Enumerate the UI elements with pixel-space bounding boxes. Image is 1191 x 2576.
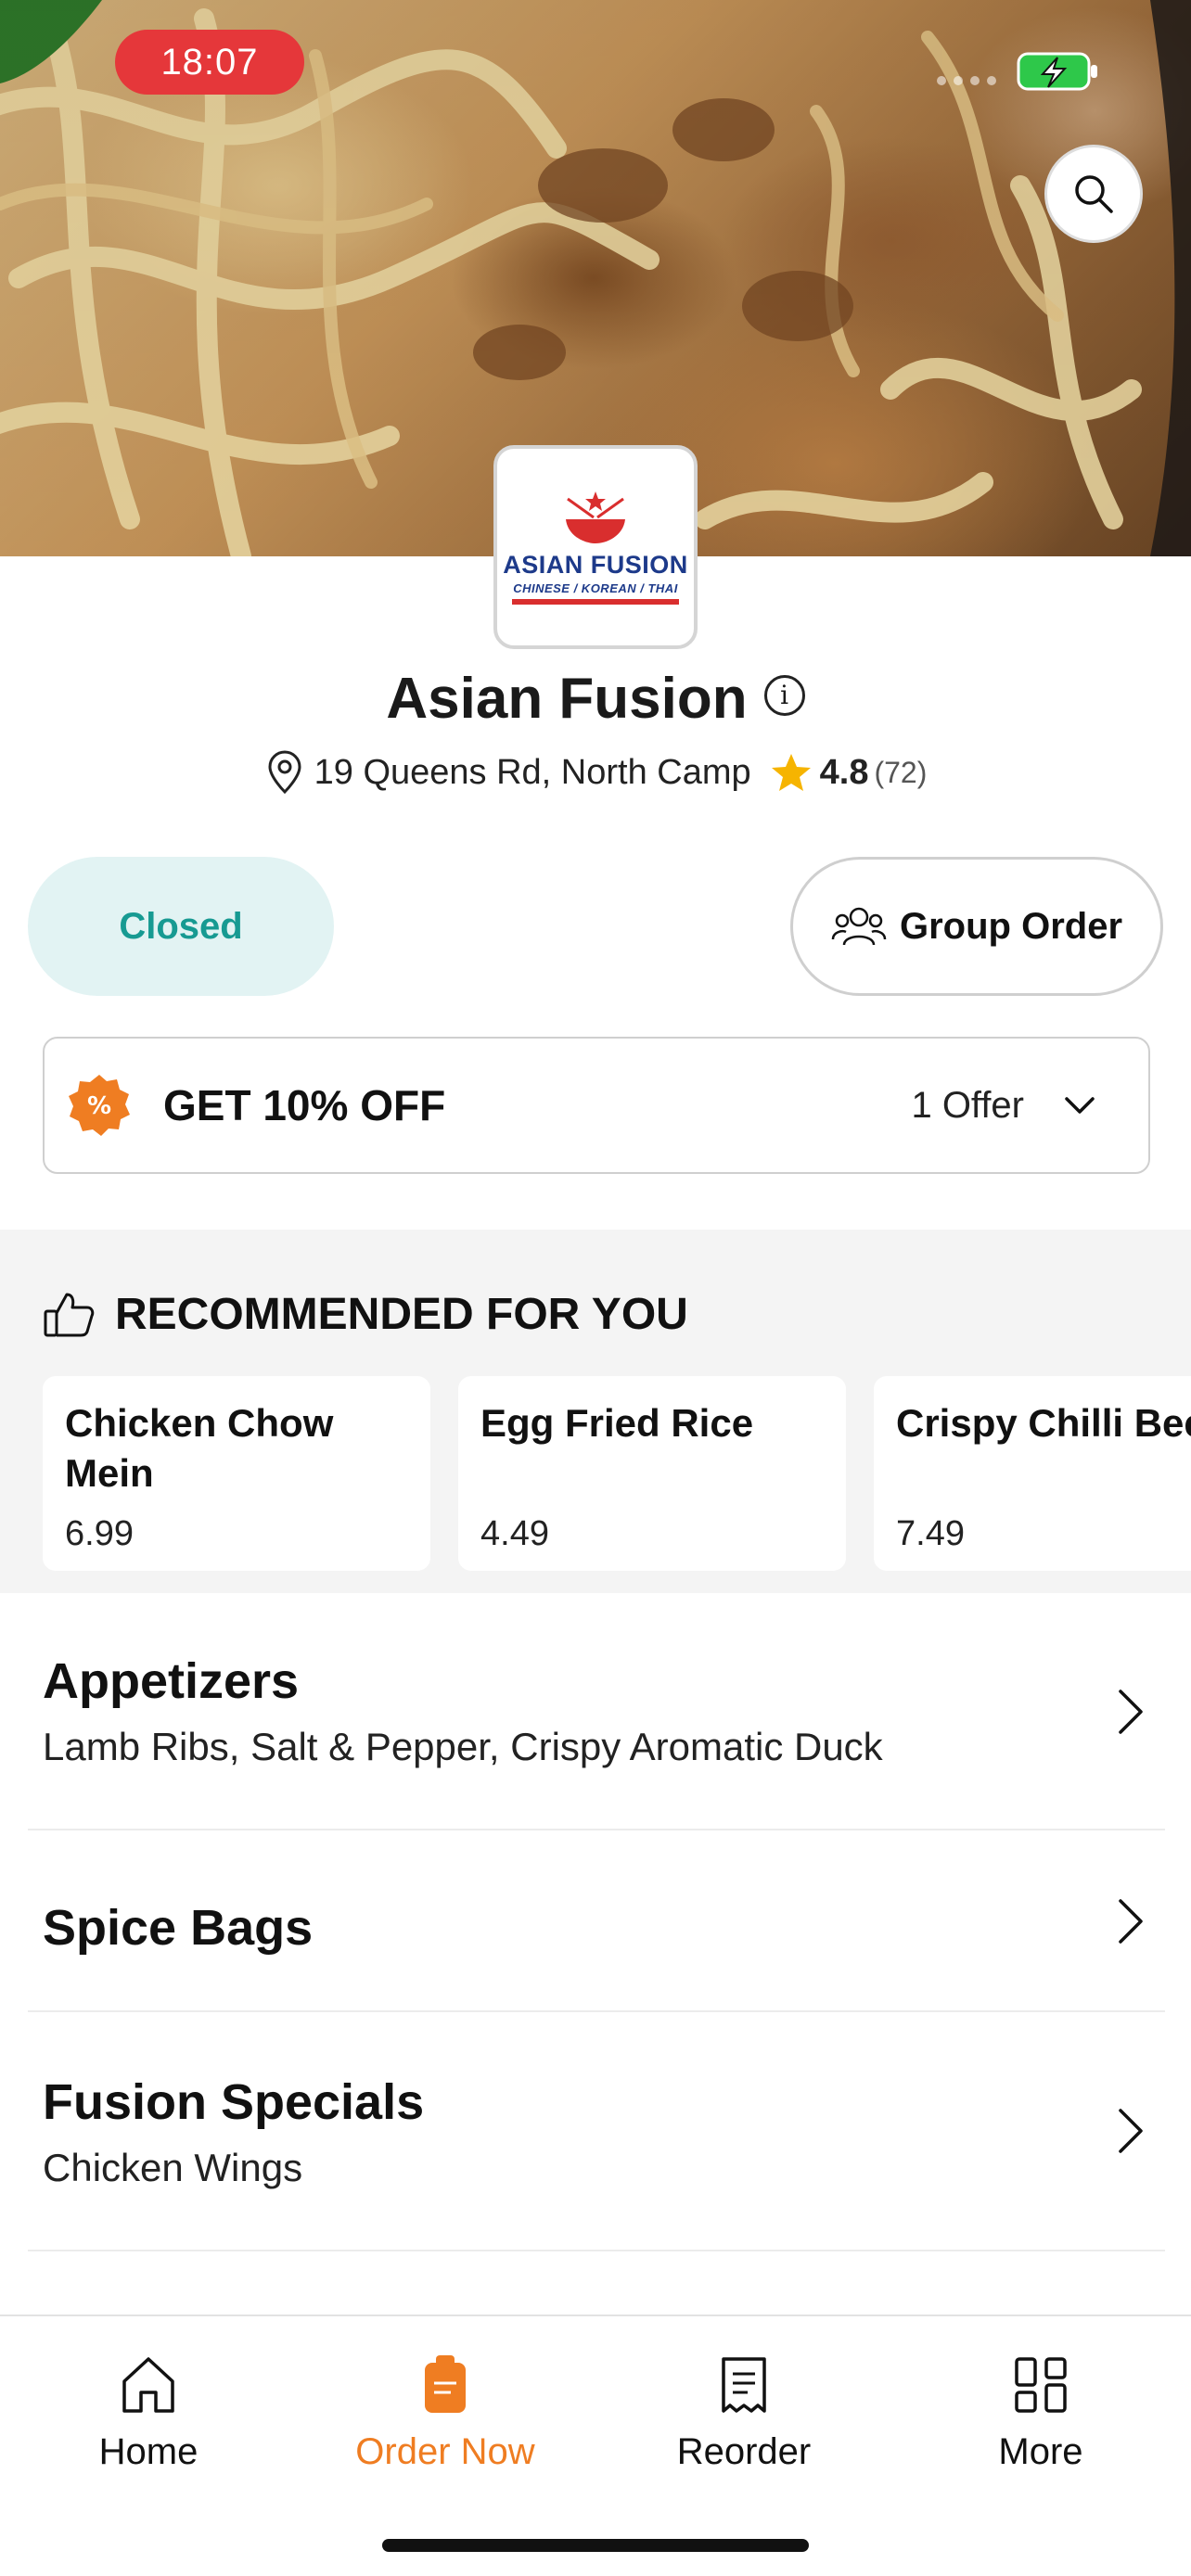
recommended-card[interactable]: Crispy Chilli Beef 7.49 — [874, 1376, 1191, 1571]
battery-charging-icon — [1017, 52, 1097, 91]
recommended-section: RECOMMENDED FOR YOU Chicken Chow Mein 6.… — [0, 1230, 1191, 1593]
category-subtitle: Chicken Wings — [43, 2146, 303, 2189]
tab-home[interactable]: Home — [19, 2353, 278, 2473]
group-order-label: Group Order — [899, 905, 1123, 947]
receipt-icon — [722, 2357, 766, 2413]
category-title: Appetizers — [43, 1653, 300, 1709]
tab-order-now[interactable]: Order Now — [315, 2353, 575, 2473]
restaurant-address: 19 Queens Rd, North Camp — [314, 752, 751, 792]
tab-label: Order Now — [355, 2431, 535, 2472]
offer-label: GET 10% OFF — [163, 1081, 446, 1129]
tab-reorder[interactable]: Reorder — [614, 2353, 874, 2473]
tab-more[interactable]: More — [911, 2353, 1171, 2473]
svg-text:%: % — [87, 1092, 111, 1120]
recommended-item-price: 7.49 — [896, 1514, 965, 1553]
chevron-down-icon — [1065, 1097, 1095, 1114]
recommended-card[interactable]: Egg Fried Rice 4.49 — [458, 1376, 846, 1571]
location-pin-icon — [268, 750, 301, 795]
bottom-tab-bar: Home Order Now Reorder More — [0, 2315, 1191, 2576]
grid-icon — [1015, 2357, 1067, 2413]
restaurant-meta: 19 Queens Rd, North Camp 4.8 (72) — [0, 749, 1191, 796]
thumbs-up-icon — [44, 1293, 95, 1336]
category-title: Fusion Specials — [43, 2074, 425, 2130]
category-row-appetizers[interactable]: Appetizers Lamb Ribs, Salt & Pepper, Cri… — [28, 1593, 1165, 1830]
chevron-right-icon — [1119, 2109, 1143, 2153]
restaurant-title: Asian Fusion i — [0, 666, 1191, 732]
offer-banner[interactable]: % GET 10% OFF 1 Offer — [43, 1037, 1150, 1174]
chevron-right-icon — [1119, 1899, 1143, 1944]
recommended-title: RECOMMENDED FOR YOU — [115, 1290, 688, 1339]
recommended-item-name: Egg Fried Rice — [480, 1401, 754, 1445]
order-icon — [425, 2355, 466, 2413]
logo-subtitle: CHINESE / KOREAN / THAI — [513, 581, 678, 595]
info-icon[interactable]: i — [763, 674, 805, 716]
bowl-chopsticks-icon — [566, 491, 625, 543]
recommended-card[interactable]: Chicken Chow Mein 6.99 — [43, 1376, 430, 1571]
tab-label: More — [998, 2431, 1083, 2472]
recommended-header: RECOMMENDED FOR YOU — [43, 1289, 688, 1340]
recommended-list: Chicken Chow Mein 6.99 Egg Fried Rice 4.… — [43, 1376, 1191, 1571]
group-order-button[interactable]: Group Order — [790, 857, 1163, 996]
tab-label: Reorder — [676, 2431, 812, 2472]
category-title: Spice Bags — [43, 1900, 314, 1956]
tab-label: Home — [98, 2431, 198, 2472]
recommended-item-name: Chicken Chow Mein — [65, 1401, 334, 1495]
recommended-item-price: 4.49 — [480, 1514, 549, 1553]
rating-count: (72) — [874, 755, 928, 789]
status-badge: Closed — [28, 857, 334, 996]
logo-wordmark: ASIAN FUSION — [503, 551, 688, 579]
category-row-fusion-specials[interactable]: Fusion Specials Chicken Wings — [28, 2012, 1165, 2251]
home-indicator — [382, 2539, 809, 2552]
group-users-icon — [831, 907, 887, 946]
restaurant-name: Asian Fusion — [386, 667, 748, 731]
status-time: 18:07 — [115, 30, 304, 95]
restaurant-rating: 4.8 — [819, 752, 869, 792]
star-icon — [771, 754, 811, 791]
offer-count: 1 Offer — [911, 1084, 1024, 1126]
search-button[interactable] — [1044, 145, 1143, 243]
chevron-right-icon — [1119, 1690, 1143, 1734]
home-icon — [122, 2357, 174, 2413]
category-subtitle: Lamb Ribs, Salt & Pepper, Crispy Aromati… — [43, 1725, 883, 1768]
discount-badge-icon: % — [69, 1075, 130, 1136]
recommended-item-name: Crispy Chilli Beef — [896, 1401, 1191, 1445]
restaurant-logo: ASIAN FUSION CHINESE / KOREAN / THAI — [493, 445, 698, 649]
signal-dots-icon — [937, 76, 996, 85]
recommended-item-price: 6.99 — [65, 1514, 134, 1553]
category-row-spice-bags[interactable]: Spice Bags — [28, 1830, 1165, 2012]
search-icon — [1075, 175, 1113, 213]
